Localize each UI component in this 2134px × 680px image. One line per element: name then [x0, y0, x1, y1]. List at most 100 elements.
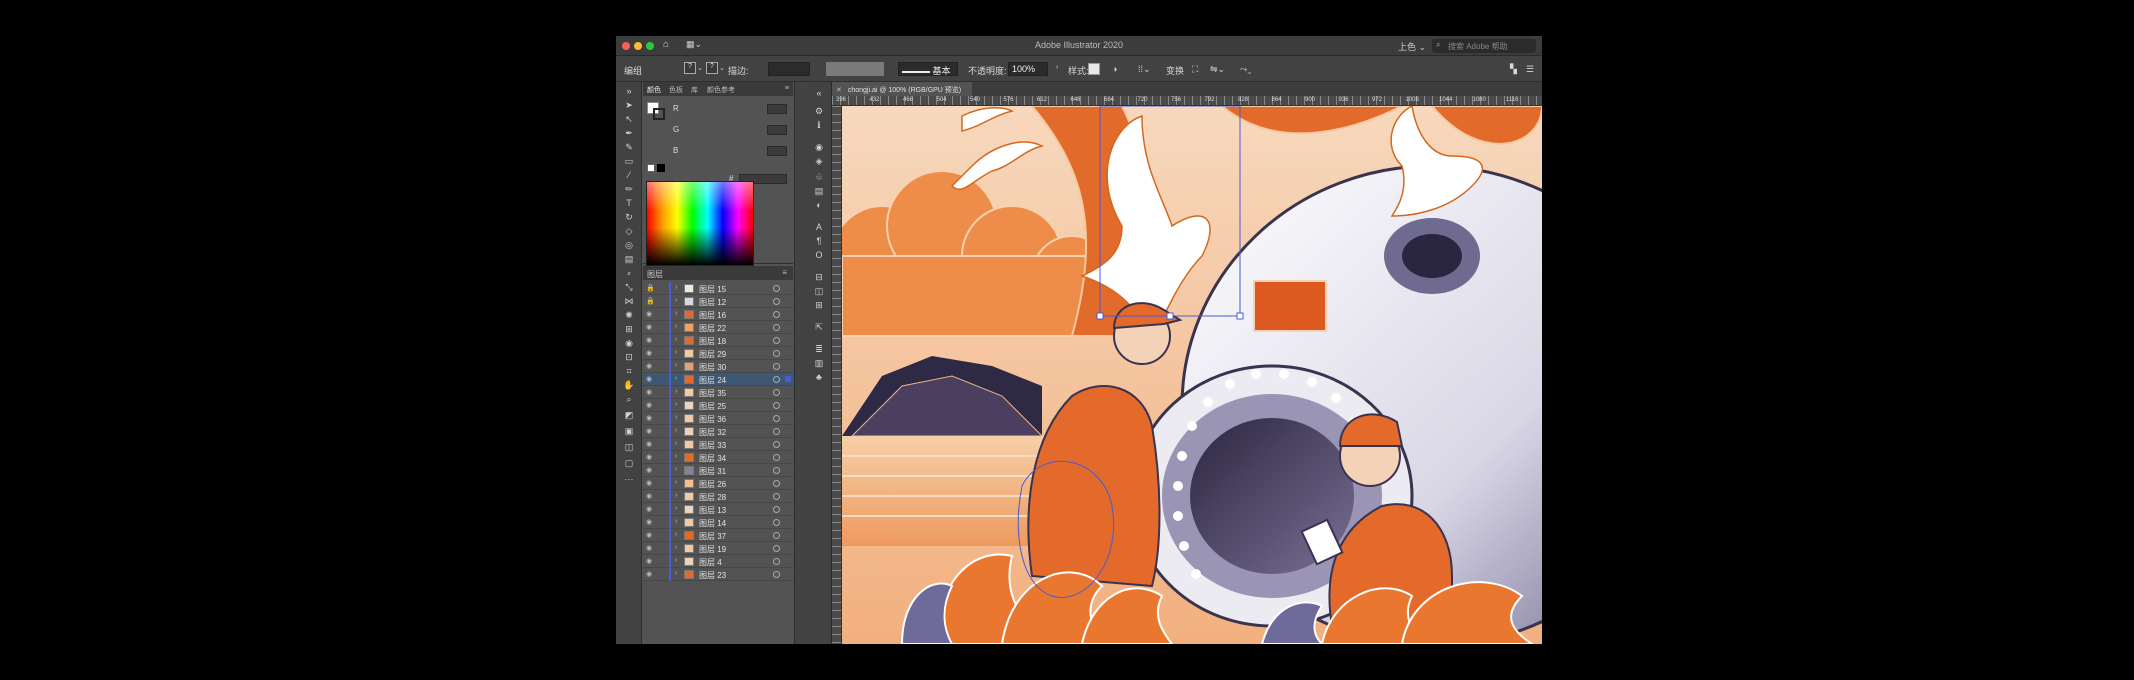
- layer-row[interactable]: ◉ › 图层 22: [643, 321, 793, 334]
- layer-name[interactable]: 图层 28: [699, 492, 726, 503]
- graphic-style-swatch[interactable]: [1088, 63, 1100, 75]
- chevron-right-icon[interactable]: ›: [675, 297, 677, 304]
- eye-icon[interactable]: ◉: [646, 492, 652, 500]
- gradient-tool-icon[interactable]: ▤: [623, 254, 635, 264]
- eye-icon[interactable]: ◉: [646, 557, 652, 565]
- chevron-right-icon[interactable]: ›: [675, 492, 677, 499]
- brushes-icon[interactable]: ♣: [813, 372, 825, 382]
- target-icon[interactable]: [773, 415, 780, 422]
- curvature-tool-icon[interactable]: ✎: [623, 142, 635, 152]
- layer-name[interactable]: 图层 24: [699, 375, 726, 386]
- eye-icon[interactable]: ◉: [646, 323, 652, 331]
- target-icon[interactable]: [773, 285, 780, 292]
- layer-name[interactable]: 图层 19: [699, 544, 726, 555]
- symbol-sprayer-tool-icon[interactable]: ✺: [623, 310, 635, 320]
- chevron-down-icon[interactable]: ⌄: [719, 64, 725, 72]
- target-icon[interactable]: [773, 324, 780, 331]
- horizontal-ruler[interactable]: 396 432 468 504 540 576 612 648 684 720 756 792 828 8…: [832, 96, 1542, 106]
- layer-row[interactable]: ◉ › 图层 4: [643, 555, 793, 568]
- tab-color-guide[interactable]: 颜色参考: [707, 85, 735, 95]
- chevron-right-icon[interactable]: ›: [675, 518, 677, 525]
- black-swatch[interactable]: [657, 164, 665, 172]
- chevron-right-icon[interactable]: ›: [675, 310, 677, 317]
- screen-mode-icon[interactable]: ▢: [623, 458, 635, 468]
- slice-tool-icon[interactable]: ⌗: [623, 366, 635, 376]
- brush-definition-dropdown[interactable]: 基本: [898, 62, 958, 76]
- target-icon[interactable]: [773, 571, 780, 578]
- target-icon[interactable]: [773, 506, 780, 513]
- layer-row[interactable]: ◉ › 图层 14: [643, 516, 793, 529]
- layer-name[interactable]: 图层 35: [699, 388, 726, 399]
- layer-name[interactable]: 图层 4: [699, 557, 722, 568]
- chevron-right-icon[interactable]: ›: [675, 466, 677, 473]
- eye-icon[interactable]: ◉: [646, 375, 652, 383]
- variable-width-profile[interactable]: [826, 62, 884, 76]
- chevron-right-icon[interactable]: ›: [675, 427, 677, 434]
- pen-tool-icon[interactable]: ✒: [623, 128, 635, 138]
- export-icon[interactable]: ⇱: [813, 322, 825, 332]
- eye-icon[interactable]: ◉: [646, 349, 652, 357]
- tab-libraries[interactable]: 库: [691, 85, 698, 95]
- document-tab[interactable]: ✕ chongji.ai @ 100% (RGB/GPU 预览): [832, 82, 972, 96]
- arrange-panels-icon[interactable]: ▚: [1510, 64, 1517, 75]
- chevron-right-icon[interactable]: ›: [675, 570, 677, 577]
- target-icon[interactable]: [773, 454, 780, 461]
- target-icon[interactable]: [773, 480, 780, 487]
- more-tools-icon[interactable]: ···: [623, 474, 635, 484]
- color-mode-icon[interactable]: ▣: [623, 426, 635, 436]
- transform-icon[interactable]: ⊞: [813, 300, 825, 310]
- layer-row[interactable]: ◉ › 图层 23: [643, 568, 793, 581]
- paintbrush-tool-icon[interactable]: ⁄: [623, 170, 635, 180]
- layer-row[interactable]: ◉ › 图层 26: [643, 477, 793, 490]
- eye-icon[interactable]: 🔒: [646, 297, 655, 305]
- chevron-right-icon[interactable]: ›: [675, 388, 677, 395]
- target-icon[interactable]: [773, 441, 780, 448]
- eye-icon[interactable]: ◉: [646, 544, 652, 552]
- tab-swatches[interactable]: 色板: [669, 85, 683, 95]
- chevron-right-icon[interactable]: ›: [675, 531, 677, 538]
- chevron-right-icon[interactable]: ›: [675, 453, 677, 460]
- opentype-icon[interactable]: O: [813, 250, 825, 260]
- graphic-styles-icon[interactable]: ◈: [813, 156, 825, 166]
- eye-icon[interactable]: ◉: [646, 518, 652, 526]
- color-spectrum[interactable]: [646, 181, 754, 266]
- stroke-weight-field[interactable]: [768, 62, 810, 76]
- chevron-right-icon[interactable]: ›: [675, 401, 677, 408]
- panel-menu-icon[interactable]: ≡: [782, 268, 787, 277]
- layer-name[interactable]: 图层 15: [699, 284, 726, 295]
- none-color-swatch[interactable]: [647, 164, 655, 172]
- layer-name[interactable]: 图层 26: [699, 479, 726, 490]
- chevron-right-icon[interactable]: ›: [675, 336, 677, 343]
- target-icon[interactable]: [773, 311, 780, 318]
- chevron-right-icon[interactable]: ›: [675, 557, 677, 564]
- layer-name[interactable]: 图层 36: [699, 414, 726, 425]
- layer-name[interactable]: 图层 34: [699, 453, 726, 464]
- info-icon[interactable]: ℹ: [813, 120, 825, 130]
- eye-icon[interactable]: ◉: [646, 466, 652, 474]
- rotate-tool-icon[interactable]: ↻: [623, 212, 635, 222]
- panel-menu-icon[interactable]: ≡: [785, 85, 789, 92]
- transform-button[interactable]: 变换: [1166, 64, 1184, 77]
- target-icon[interactable]: [773, 493, 780, 500]
- appearance-icon[interactable]: ◉: [813, 142, 825, 152]
- target-icon[interactable]: [773, 519, 780, 526]
- layer-name[interactable]: 图层 32: [699, 427, 726, 438]
- eye-icon[interactable]: ◉: [646, 427, 652, 435]
- fill-swatch[interactable]: ?: [684, 62, 696, 74]
- hand-tool-icon[interactable]: ✋: [623, 380, 635, 390]
- channel-b-field[interactable]: [767, 146, 787, 156]
- layer-name[interactable]: 图层 33: [699, 440, 726, 451]
- character-icon[interactable]: A: [813, 222, 825, 232]
- target-icon[interactable]: [773, 545, 780, 552]
- target-icon[interactable]: [773, 428, 780, 435]
- layer-row[interactable]: 🔒 › 图层 12: [643, 295, 793, 308]
- eye-icon[interactable]: ◉: [646, 531, 652, 539]
- pathfinder-icon[interactable]: ◫: [813, 286, 825, 296]
- layer-row[interactable]: ◉ › 图层 16: [643, 308, 793, 321]
- eye-icon[interactable]: 🔒: [646, 284, 655, 292]
- target-icon[interactable]: [773, 389, 780, 396]
- stroke-icon[interactable]: ≣: [813, 344, 825, 354]
- mesh-tool-icon[interactable]: ⊞: [623, 324, 635, 334]
- opacity-field[interactable]: 100%: [1008, 62, 1048, 76]
- align-icon[interactable]: ⊟: [813, 272, 825, 282]
